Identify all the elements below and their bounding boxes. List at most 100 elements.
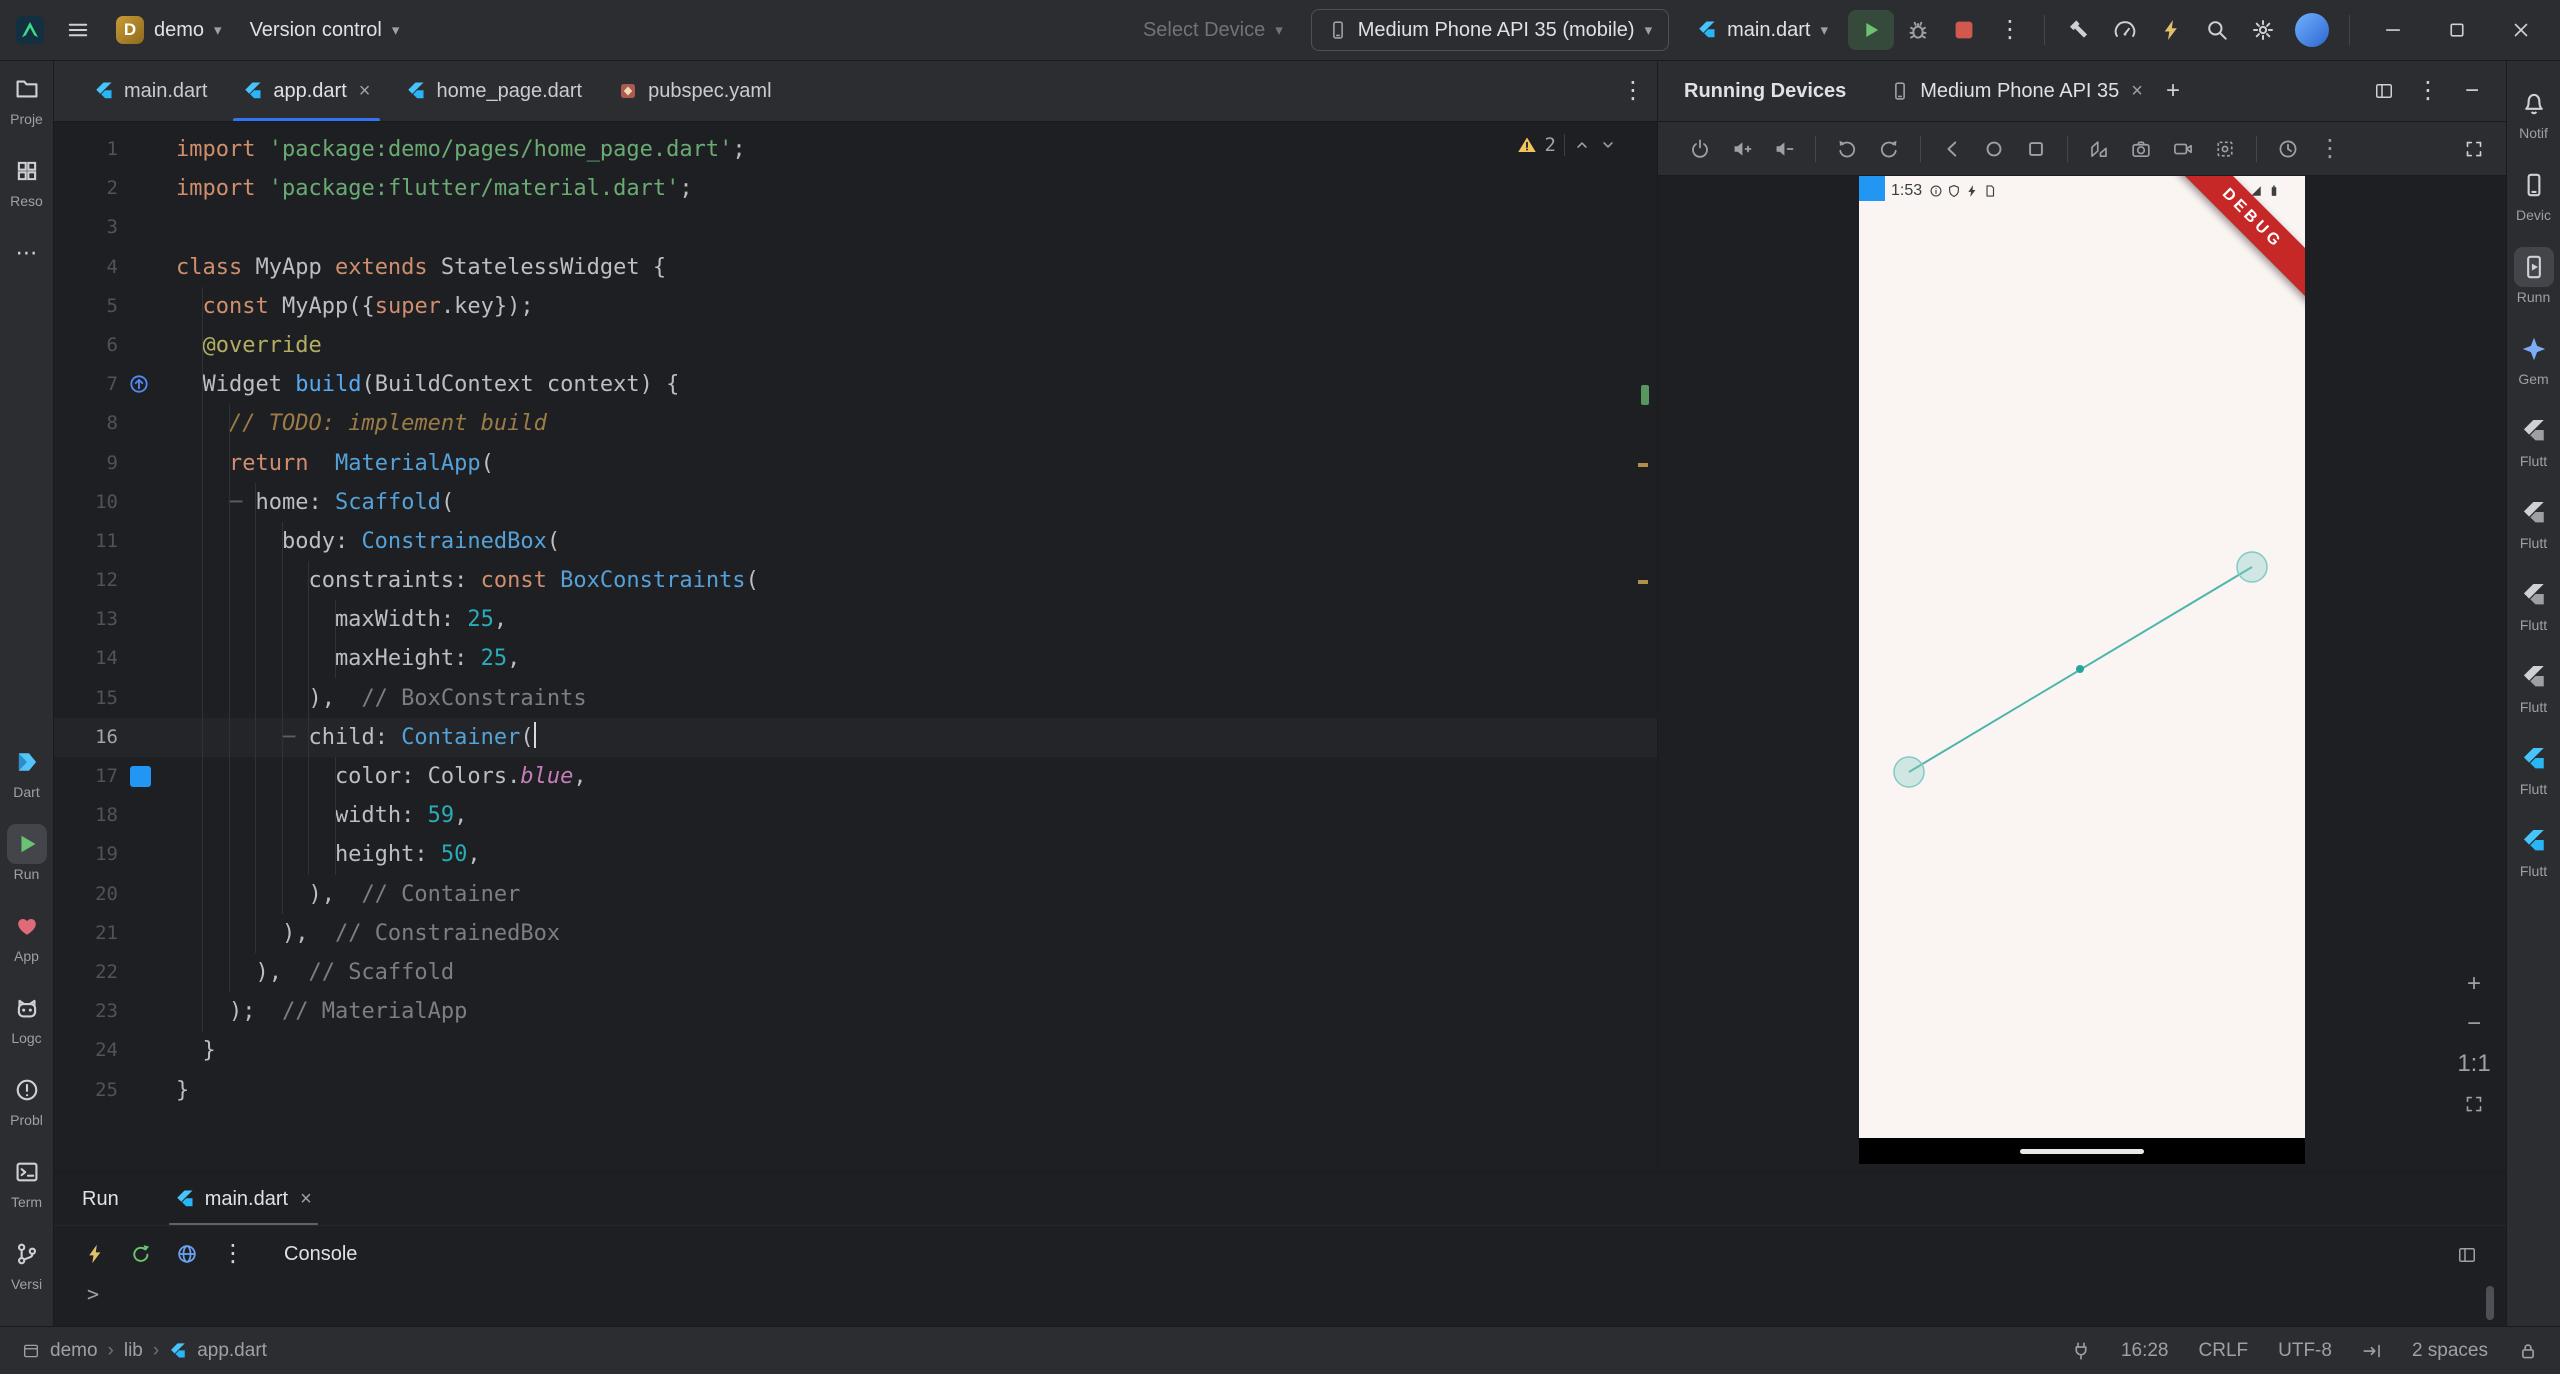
tool-button-gemini[interactable]: Gem bbox=[2514, 329, 2554, 387]
rotate-right-button[interactable] bbox=[1869, 129, 1909, 169]
select-device-dropdown[interactable]: Select Device ▾ bbox=[1131, 8, 1295, 52]
gutter[interactable]: 10 bbox=[54, 483, 176, 522]
gutter[interactable]: 22 bbox=[54, 953, 176, 992]
code-line-14[interactable]: 14 maxHeight: 25, bbox=[54, 639, 1657, 678]
profiler-button[interactable] bbox=[2103, 8, 2147, 52]
minimize-button[interactable] bbox=[2362, 8, 2424, 52]
encoding-indicator[interactable]: UTF-8 bbox=[2278, 1340, 2332, 1362]
gutter[interactable]: 4 bbox=[54, 248, 176, 287]
gutter[interactable]: 17 bbox=[54, 757, 176, 796]
code-line-7[interactable]: 7 Widget build(BuildContext context) { bbox=[54, 365, 1657, 404]
tool-button-logcat[interactable]: Logc bbox=[7, 988, 47, 1046]
gutter[interactable]: 9 bbox=[54, 444, 176, 483]
project-selector[interactable]: D demo ▾ bbox=[104, 8, 234, 52]
hide-panel-button[interactable]: − bbox=[2452, 71, 2492, 111]
code-line-17[interactable]: 17 color: Colors.blue, bbox=[54, 757, 1657, 796]
tool-button-run[interactable]: Run bbox=[6, 824, 47, 882]
code-line-1[interactable]: 1 import 'package:demo/pages/home_page.da… bbox=[54, 130, 1657, 169]
line-separator-indicator[interactable]: CRLF bbox=[2199, 1340, 2249, 1362]
console-scrollbar[interactable] bbox=[2486, 1286, 2494, 1320]
close-icon[interactable]: × bbox=[359, 80, 371, 103]
tool-button-version-control[interactable]: Versi bbox=[7, 1234, 47, 1292]
breadcrumb-file[interactable]: app.dart bbox=[197, 1340, 267, 1362]
tool-button-resource-manager[interactable]: Reso bbox=[7, 151, 47, 209]
tool-button-app-quality-insights[interactable]: App bbox=[7, 906, 47, 964]
code-line-16[interactable]: 16 ─ child: Container( bbox=[54, 717, 1657, 757]
gutter[interactable]: 18 bbox=[54, 796, 176, 835]
user-avatar[interactable] bbox=[2295, 13, 2329, 47]
zoom-out-button[interactable]: − bbox=[2454, 1006, 2494, 1042]
tool-button-flutter-outline[interactable]: Flutt bbox=[2514, 493, 2554, 551]
overview-button[interactable] bbox=[2016, 129, 2056, 169]
tool-button-flutter-coverage[interactable]: Flutt bbox=[2514, 657, 2554, 715]
gutter[interactable]: 19 bbox=[54, 835, 176, 874]
zoom-reset-button[interactable]: 1:1 bbox=[2454, 1046, 2494, 1082]
build-button[interactable] bbox=[2057, 8, 2101, 52]
tab-options-button[interactable]: ⋮ bbox=[1609, 79, 1657, 103]
gutter[interactable]: 7 bbox=[54, 365, 176, 404]
code-line-9[interactable]: 9 return MaterialApp( bbox=[54, 444, 1657, 483]
tool-button-flutter-performance[interactable]: Flutt bbox=[2514, 575, 2554, 633]
code-line-19[interactable]: 19 height: 50, bbox=[54, 835, 1657, 874]
settings-button[interactable] bbox=[2241, 8, 2285, 52]
screenshot-button[interactable] bbox=[2205, 129, 2245, 169]
gutter[interactable]: 14 bbox=[54, 639, 176, 678]
code-line-20[interactable]: 20 ), // Container bbox=[54, 875, 1657, 914]
close-icon[interactable]: × bbox=[2131, 80, 2143, 103]
vcs-widget[interactable]: Version control ▾ bbox=[238, 8, 412, 52]
gutter[interactable]: 25 bbox=[54, 1071, 176, 1110]
gutter[interactable]: 3 bbox=[54, 208, 176, 247]
stop-button[interactable] bbox=[1942, 10, 1986, 50]
breadcrumb-dir[interactable]: lib bbox=[124, 1340, 143, 1362]
debug-button[interactable] bbox=[1896, 8, 1940, 52]
open-devtools-button[interactable] bbox=[166, 1233, 208, 1275]
tab-pubspec.yaml[interactable]: pubspec.yaml bbox=[600, 61, 789, 121]
more-button[interactable]: ⋮ bbox=[2310, 129, 2350, 169]
code-line-8[interactable]: 8 // TODO: implement build bbox=[54, 404, 1657, 443]
tab-app.dart[interactable]: app.dart × bbox=[225, 61, 388, 121]
gutter[interactable]: 13 bbox=[54, 600, 176, 639]
back-button[interactable] bbox=[1932, 129, 1972, 169]
code-line-6[interactable]: 6 @override bbox=[54, 326, 1657, 365]
code-line-18[interactable]: 18 width: 59, bbox=[54, 796, 1657, 835]
run-config-selector[interactable]: main.dart ▾ bbox=[1685, 8, 1840, 52]
code-line-23[interactable]: 23 ); // MaterialApp bbox=[54, 992, 1657, 1031]
inspections-widget[interactable]: 2 bbox=[1517, 134, 1617, 156]
run-tab-main-dart[interactable]: main.dart × bbox=[163, 1173, 324, 1225]
device-connection-icon[interactable] bbox=[2071, 1341, 2091, 1361]
tool-button-flutter-inspector[interactable]: Flutt bbox=[2514, 411, 2554, 469]
zoom-fit-button[interactable] bbox=[2454, 1086, 2494, 1122]
code-line-12[interactable]: 12 constraints: const BoxConstraints( bbox=[54, 561, 1657, 600]
main-menu-button[interactable] bbox=[56, 8, 100, 52]
code-line-5[interactable]: 5 const MyApp({super.key}); bbox=[54, 287, 1657, 326]
tool-button-more-tool-windows[interactable]: ⋯ bbox=[7, 233, 47, 273]
breadcrumb[interactable]: demo › lib › app.dart bbox=[22, 1340, 267, 1362]
run-button[interactable] bbox=[1848, 10, 1894, 50]
cursor-position[interactable]: 16:28 bbox=[2121, 1340, 2169, 1362]
tool-button-project[interactable]: Proje bbox=[7, 69, 47, 127]
readonly-lock-icon[interactable] bbox=[2518, 1341, 2538, 1361]
emulator-phone[interactable]: 1:53 3G DEBUG bbox=[1859, 176, 2305, 1164]
tab-main.dart[interactable]: main.dart bbox=[76, 61, 225, 121]
tool-button-dart-analysis[interactable]: Dart bbox=[7, 742, 47, 800]
indent-indicator[interactable]: 2 spaces bbox=[2412, 1340, 2488, 1362]
code-line-24[interactable]: 24 } bbox=[54, 1031, 1657, 1070]
gutter[interactable]: 23 bbox=[54, 992, 176, 1031]
home-button[interactable] bbox=[1974, 129, 2014, 169]
volume-down-button[interactable] bbox=[1764, 129, 1804, 169]
more-run-actions-button[interactable]: ⋮ bbox=[1988, 8, 2032, 52]
gutter[interactable]: 24 bbox=[54, 1031, 176, 1070]
hot-restart-button[interactable] bbox=[120, 1233, 162, 1275]
power-button[interactable] bbox=[1680, 129, 1720, 169]
code-line-15[interactable]: 15 ), // BoxConstraints bbox=[54, 679, 1657, 718]
gutter[interactable]: 11 bbox=[54, 522, 176, 561]
prev-problem-icon[interactable] bbox=[1573, 136, 1591, 154]
panel-options-button[interactable]: ⋮ bbox=[2408, 71, 2448, 111]
split-panel-button[interactable] bbox=[2364, 71, 2404, 111]
search-everywhere-button[interactable] bbox=[2195, 8, 2239, 52]
gutter[interactable]: 16 bbox=[54, 718, 176, 757]
color-swatch[interactable] bbox=[130, 766, 151, 787]
phone-nav-bar[interactable] bbox=[1859, 1138, 2305, 1164]
rotate-left-button[interactable] bbox=[1827, 129, 1867, 169]
device-frame-toggle-button[interactable] bbox=[2454, 129, 2494, 169]
